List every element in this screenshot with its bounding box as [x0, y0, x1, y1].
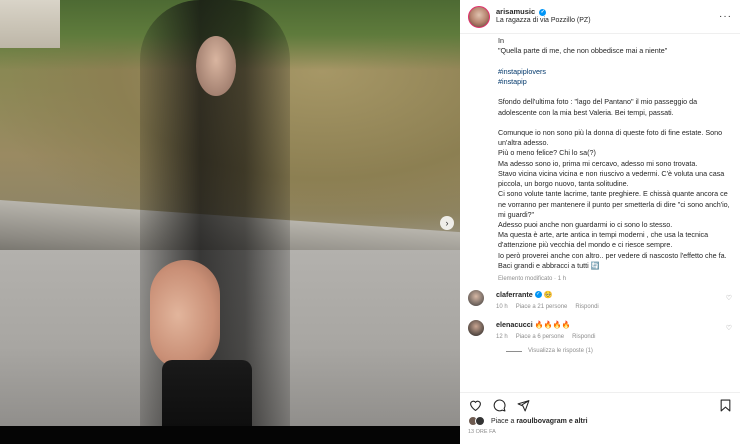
next-photo-button[interactable]: › [440, 216, 454, 230]
caption-line: Comunque io non sono più la donna di que… [498, 127, 725, 148]
heart-icon[interactable]: ♡ [726, 294, 732, 302]
post-side-panel: arisamusic ✓ La ragazza di via Pozzillo … [460, 0, 740, 444]
heart-icon[interactable] [468, 398, 482, 412]
post-location[interactable]: La ragazza di via Pozzillo (PZ) [496, 17, 591, 26]
post-photo[interactable] [0, 0, 460, 444]
caption-line: Più o meno felice? Chi lo sa(?) [498, 148, 596, 158]
caption-line: Sfondo dell'ultima foto : "lago del Pant… [498, 97, 700, 117]
comment-icon[interactable] [492, 398, 506, 412]
post-header: arisamusic ✓ La ragazza di via Pozzillo … [460, 0, 740, 34]
comment-item: elenacucci 🔥🔥🔥🔥 12 h Piace a 6 persone R… [468, 320, 732, 341]
comment-time: 12 h [496, 334, 508, 341]
chevron-right-icon: › [445, 217, 449, 228]
reply-button[interactable]: Rispondi [572, 333, 595, 341]
post-caption: In "Quella parte di me, che non obbedisce… [460, 34, 740, 284]
likes-prefix: Piace a [491, 417, 515, 425]
caption-line [498, 56, 732, 66]
liker-avatars [468, 416, 485, 426]
hashtag-link[interactable]: #instapiplovers [498, 67, 732, 77]
share-icon[interactable] [516, 398, 530, 412]
bookmark-icon[interactable] [718, 398, 732, 412]
caption-line: Ma adesso sono io, prima mi cercavo, ade… [498, 158, 698, 168]
caption-line [498, 87, 732, 97]
post-date: 13 ORE FA [468, 429, 496, 435]
caption-line: In [498, 36, 504, 45]
photo-face [196, 36, 236, 96]
photo-house [0, 0, 60, 48]
comment-item: claferrante ✓ 🥺 10 h Piace a 21 persone … [468, 289, 732, 311]
view-replies-button[interactable]: Visualizza le risposte (1) [468, 348, 732, 354]
verified-badge-icon: ✓ [539, 8, 547, 16]
post-actions: Piace a raoulbovagram e altri 13 ORE FA [460, 392, 740, 444]
likes-summary[interactable]: Piace a raoulbovagram e altri [468, 414, 732, 428]
comment-text: 🥺 [543, 289, 553, 299]
commenter-username[interactable]: elenacucci [496, 320, 533, 329]
photo-figure [150, 260, 220, 370]
caption-line: Ci sono volute tante lacrime, tante preg… [498, 189, 732, 219]
caption-line: Baci grandi e abbracci a tutti 🔄 [498, 260, 600, 270]
comment-text: 🔥🔥🔥🔥 [534, 320, 571, 330]
commenter-avatar[interactable] [468, 320, 484, 337]
caption-line: Stavo vicina vicina vicina e non riusciv… [498, 168, 727, 189]
commenter-avatar[interactable] [468, 289, 484, 306]
view-replies-label: Visualizza le risposte (1) [528, 348, 593, 355]
verified-badge-icon: ✓ [534, 291, 542, 299]
heart-icon[interactable]: ♡ [726, 324, 732, 332]
more-horizontal-icon[interactable]: ··· [719, 11, 732, 22]
caption-line: Io però proverei anche con altro.. per v… [498, 250, 727, 260]
likes-suffix[interactable]: e altri [569, 418, 588, 425]
caption-line [498, 118, 732, 128]
comment-likes[interactable]: Piace a 6 persone [516, 333, 564, 341]
hashtag-link[interactable]: #instapip [498, 77, 732, 87]
caption-line: Adesso puoi anche non guardarmi io ci so… [498, 219, 673, 229]
replies-divider [506, 350, 522, 352]
reply-button[interactable]: Rispondi [575, 303, 598, 311]
caption-line: Ma questa è arte, arte antica in tempi m… [498, 230, 711, 250]
commenter-username[interactable]: claferrante [496, 290, 533, 299]
author-avatar[interactable] [468, 5, 490, 28]
comment-time: 10 h [496, 303, 508, 310]
comments-list: claferrante ✓ 🥺 10 h Piace a 21 persone … [460, 284, 740, 354]
liker-username[interactable]: raoulbovagram [516, 418, 567, 425]
comment-likes[interactable]: Piace a 21 persone [516, 303, 568, 311]
photo-bottom-bar [0, 426, 460, 444]
author-username[interactable]: arisamusic [496, 7, 535, 16]
caption-line: "Quella parte di me, che non obbedisce m… [498, 46, 668, 56]
edited-label: Elemento modificato · 1 h [498, 276, 567, 283]
